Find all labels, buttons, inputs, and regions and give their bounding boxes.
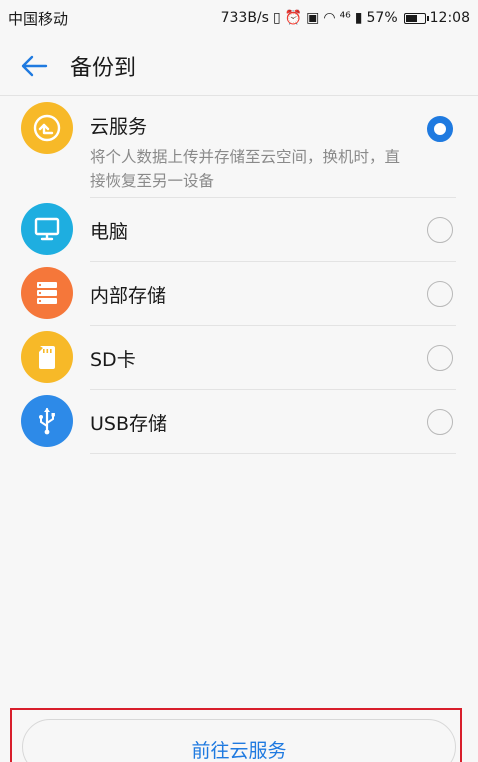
option-cloud[interactable]: 云服务 将个人数据上传并存储至云空间，换机时，直接恢复至另一设备 bbox=[0, 98, 478, 198]
option-label: 电脑 bbox=[90, 221, 129, 243]
signal-icon: ⁴⁶ bbox=[339, 10, 351, 26]
sd-card-icon bbox=[21, 331, 73, 383]
app-bar: 备份到 bbox=[0, 36, 478, 96]
storage-icon bbox=[21, 267, 73, 319]
backup-destination-list: 云服务 将个人数据上传并存储至云空间，换机时，直接恢复至另一设备 电脑 内部存储… bbox=[0, 98, 478, 454]
option-sd-card[interactable]: SD卡 bbox=[0, 326, 478, 390]
alarm-icon: ⏰ bbox=[284, 10, 303, 26]
option-label: USB存储 bbox=[90, 413, 168, 435]
option-usb-text: USB存储 bbox=[90, 409, 408, 436]
option-internal-storage[interactable]: 内部存储 bbox=[0, 262, 478, 326]
wifi-icon: ◠ bbox=[323, 10, 336, 26]
cloud-sync-icon bbox=[21, 102, 73, 154]
option-sd-text: SD卡 bbox=[90, 345, 408, 372]
battery-icon bbox=[403, 12, 429, 24]
option-pc[interactable]: 电脑 bbox=[0, 198, 478, 262]
radio-sd-card[interactable] bbox=[427, 345, 453, 371]
radio-usb-storage[interactable] bbox=[427, 409, 453, 435]
signal-bars-icon: ▮ bbox=[354, 10, 363, 26]
radio-internal-storage[interactable] bbox=[427, 281, 453, 307]
option-cloud-text: 云服务 将个人数据上传并存储至云空间，换机时，直接恢复至另一设备 bbox=[90, 112, 408, 193]
monitor-icon bbox=[21, 203, 73, 255]
divider bbox=[90, 453, 456, 454]
page-title: 备份到 bbox=[70, 55, 137, 81]
net-speed: 733B/s bbox=[220, 10, 269, 26]
battery-percent: 57% bbox=[366, 10, 398, 26]
go-to-cloud-button[interactable]: 前往云服务 bbox=[22, 719, 456, 762]
arrow-left-icon bbox=[21, 55, 48, 76]
cloud-icon-badge bbox=[21, 102, 73, 154]
storage-icon-badge bbox=[21, 267, 73, 319]
option-label: 云服务 bbox=[90, 116, 148, 138]
radio-pc[interactable] bbox=[427, 217, 453, 243]
status-bar: 中国移动 733B/s ▯ ⏰ ▣ ◠ ⁴⁶ ▮ 57% 12:08 bbox=[0, 0, 478, 36]
radio-cloud[interactable] bbox=[427, 116, 453, 142]
status-indicators: 733B/s ▯ ⏰ ▣ ◠ ⁴⁶ ▮ 57% 12:08 bbox=[221, 10, 470, 26]
clock: 12:08 bbox=[429, 10, 470, 26]
usb-icon bbox=[21, 395, 73, 447]
back-button[interactable] bbox=[6, 38, 62, 94]
vibrate-icon: ▯ bbox=[272, 10, 281, 26]
option-description: 将个人数据上传并存储至云空间，换机时，直接恢复至另一设备 bbox=[90, 148, 401, 190]
hd-icon: ▣ bbox=[306, 10, 320, 26]
option-usb-storage[interactable]: USB存储 bbox=[0, 390, 478, 454]
pc-icon-badge bbox=[21, 203, 73, 255]
carrier-name: 中国移动 bbox=[8, 9, 69, 28]
option-pc-text: 电脑 bbox=[90, 217, 408, 244]
usb-icon-badge bbox=[21, 395, 73, 447]
sd-icon-badge bbox=[21, 331, 73, 383]
option-internal-text: 内部存储 bbox=[90, 281, 408, 308]
option-label: 内部存储 bbox=[90, 285, 167, 307]
option-label: SD卡 bbox=[90, 349, 136, 371]
